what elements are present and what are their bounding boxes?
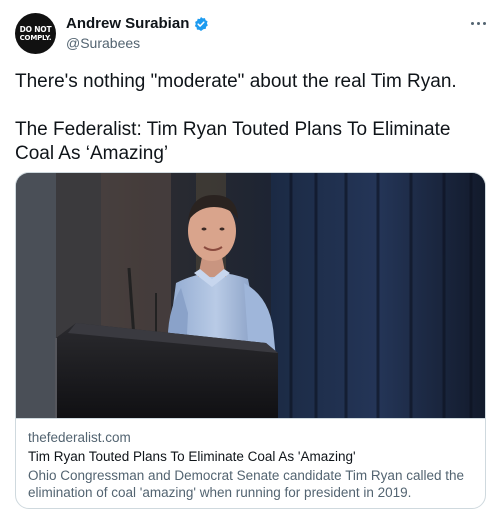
author-display-name[interactable]: Andrew Surabian <box>66 15 189 33</box>
more-options-button[interactable] <box>466 14 490 32</box>
card-image[interactable] <box>16 173 485 418</box>
author-name-row: Andrew Surabian <box>66 15 209 33</box>
link-preview-card[interactable]: thefederalist.com Tim Ryan Touted Plans … <box>15 172 486 509</box>
card-photo <box>16 173 485 418</box>
card-info: thefederalist.com Tim Ryan Touted Plans … <box>16 418 485 501</box>
avatar-text-line-2: COMPLY. <box>19 33 52 42</box>
avatar[interactable]: DO NOT COMPLY. <box>15 13 56 54</box>
tweet-text: There's nothing "moderate" about the rea… <box>15 70 485 166</box>
avatar-text-line-1: DO NOT <box>19 24 52 34</box>
verified-badge-icon <box>193 16 209 32</box>
card-description: Ohio Congressman and Democrat Senate can… <box>28 468 464 500</box>
card-title: Tim Ryan Touted Plans To Eliminate Coal … <box>28 449 356 464</box>
tweet-text-paragraph-1: There's nothing "moderate" about the rea… <box>15 71 457 92</box>
author-handle[interactable]: @Surabees <box>66 35 140 52</box>
tweet-text-paragraph-2: The Federalist: Tim Ryan Touted Plans To… <box>15 119 451 164</box>
card-domain: thefederalist.com <box>28 430 131 445</box>
more-horizontal-icon <box>470 21 486 25</box>
tweet: DO NOT COMPLY. Andrew Surabian @Surabees… <box>0 0 500 517</box>
